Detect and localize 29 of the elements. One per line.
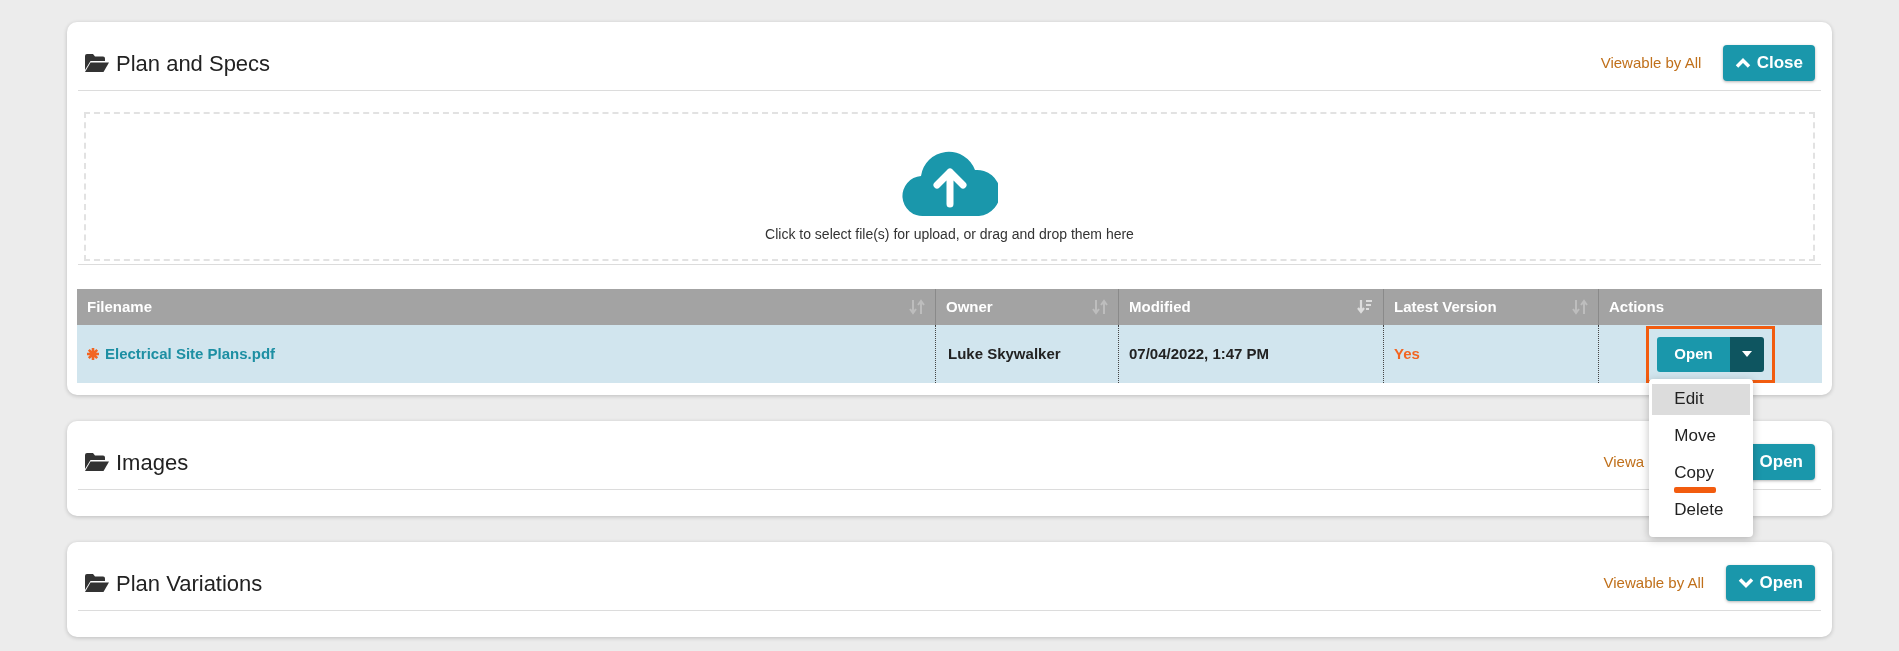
column-header[interactable]: Filename bbox=[77, 289, 935, 325]
sort-icon[interactable] bbox=[1092, 299, 1108, 315]
chevron-up-icon bbox=[1734, 57, 1751, 69]
folder-open-icon bbox=[84, 53, 110, 73]
visibility-label: Viewable by All bbox=[1600, 52, 1702, 73]
file-link[interactable]: Electrical Site Plans.pdf bbox=[105, 342, 276, 366]
upload-instructions: Click to select file(s) for upload, or drag and drop them here bbox=[765, 225, 1134, 244]
panel-title: Images bbox=[116, 448, 189, 477]
open-button[interactable]: Open bbox=[1725, 565, 1815, 601]
folder-open-icon bbox=[84, 452, 110, 472]
dropdown-toggle[interactable] bbox=[1729, 336, 1764, 372]
menu-item[interactable]: Edit bbox=[1652, 383, 1751, 415]
table-cell-text: Luke Skywalker bbox=[948, 343, 1061, 364]
folder-open-icon bbox=[84, 573, 110, 593]
table-cell-text: Yes bbox=[1394, 343, 1420, 364]
menu-item[interactable]: Delete bbox=[1652, 494, 1751, 526]
chevron-down-icon bbox=[1737, 577, 1754, 589]
caret-icon bbox=[1741, 351, 1752, 357]
sort-icon[interactable] bbox=[1572, 299, 1588, 315]
panel-title: Plan Variations bbox=[116, 569, 263, 598]
close-button[interactable]: Close bbox=[1722, 45, 1815, 81]
panel-title: Plan and Specs bbox=[116, 49, 271, 78]
sort-icon[interactable] bbox=[909, 299, 925, 315]
table-cell-text: 07/04/2022, 1:47 PM bbox=[1129, 343, 1270, 364]
visibility-label: Viewa bbox=[1603, 451, 1645, 472]
sort-descending-icon[interactable] bbox=[1357, 299, 1373, 315]
visibility-label: Viewable by All bbox=[1603, 572, 1705, 593]
open-button[interactable]: Open bbox=[1657, 336, 1730, 372]
upload-dropzone[interactable]: Click to select file(s) for upload, or drag and drop them here bbox=[84, 112, 1815, 261]
